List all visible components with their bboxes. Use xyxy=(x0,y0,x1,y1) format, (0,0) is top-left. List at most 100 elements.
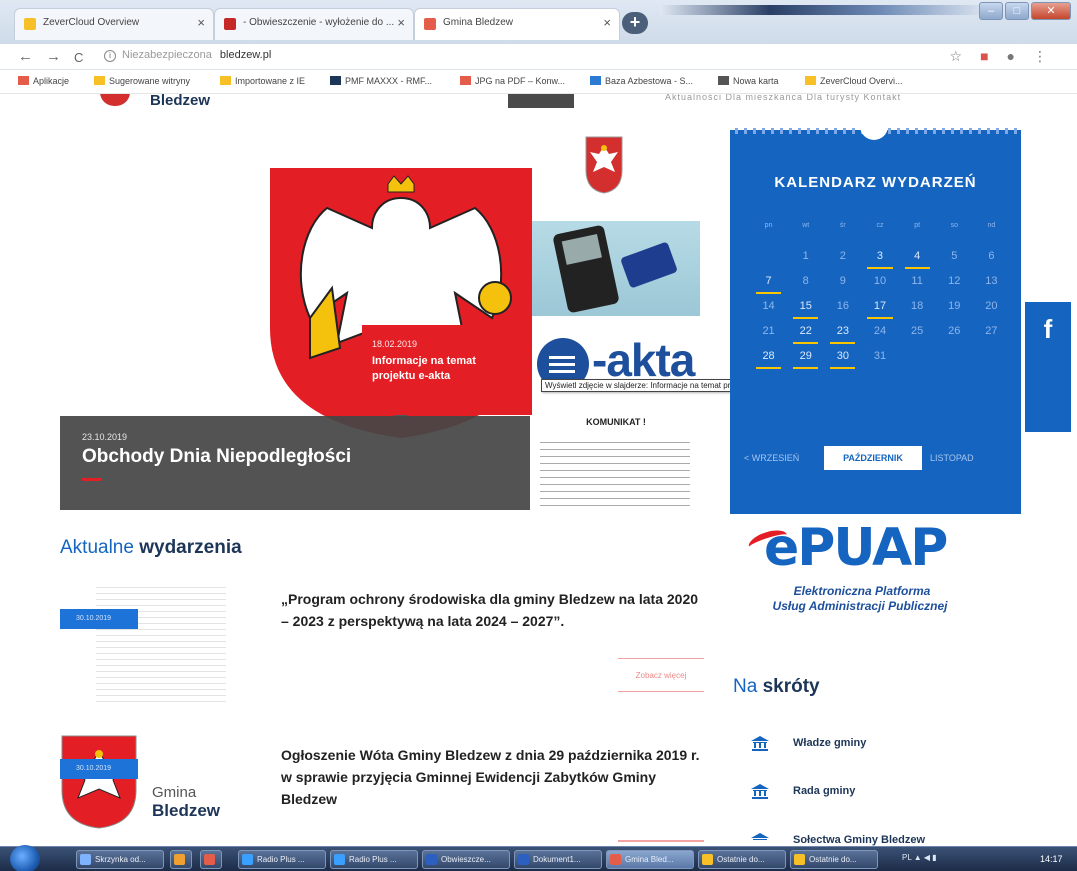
top-menu[interactable]: Aktualności Dla mieszkańca Dla turysty K… xyxy=(665,94,901,102)
calendar-next-month[interactable]: LISTOPAD xyxy=(930,453,974,463)
calendar-current-month[interactable]: PAŹDZIERNIK xyxy=(824,446,922,470)
bookmark-item[interactable]: PMF MAXXX - RMF... xyxy=(330,76,432,86)
bookmark-item[interactable]: Baza Azbestowa - S... xyxy=(590,76,693,86)
calendar-day[interactable]: 1 xyxy=(787,250,824,275)
bookmark-item[interactable]: ZeverCloud Overvi... xyxy=(805,76,903,86)
gmina-crest-icon[interactable] xyxy=(60,734,138,830)
calendar-day[interactable]: 20 xyxy=(973,300,1010,325)
calendar-day xyxy=(899,350,936,375)
event-thumbnail[interactable] xyxy=(60,582,230,702)
taskbar-item[interactable] xyxy=(200,850,222,869)
calendar-day[interactable]: 22 xyxy=(787,325,824,350)
chrome-icon xyxy=(204,854,215,865)
calendar-day[interactable]: 11 xyxy=(899,275,936,300)
bookmark-item[interactable]: Importowane z IE xyxy=(220,76,305,86)
calendar-day[interactable]: 24 xyxy=(861,325,898,350)
bookmark-item[interactable]: Sugerowane witryny xyxy=(94,76,190,86)
e-akta-slide-image[interactable]: -akta KOMUNIKAT ! xyxy=(532,221,700,511)
calendar-day[interactable]: 27 xyxy=(973,325,1010,350)
calendar-day[interactable]: 15 xyxy=(787,300,824,325)
browser-tab-zevercloud[interactable]: ZeverCloud Overview × xyxy=(14,8,214,40)
word-icon xyxy=(426,854,437,865)
taskbar-item[interactable]: Dokument1... xyxy=(514,850,602,869)
taskbar-item-active[interactable]: Gmina Bled... xyxy=(606,850,694,869)
info-icon[interactable]: i xyxy=(104,50,116,62)
taskbar-item[interactable]: Radio Plus ... xyxy=(238,850,326,869)
calendar-day[interactable]: 17 xyxy=(861,300,898,325)
calendar-day[interactable]: 2 xyxy=(824,250,861,275)
calendar-day[interactable]: 28 xyxy=(750,350,787,375)
komunikat-text-lines xyxy=(540,436,690,506)
calendar-day[interactable]: 23 xyxy=(824,325,861,350)
folder-icon xyxy=(220,76,231,85)
site-logo-text[interactable]: Bledzew xyxy=(150,94,210,109)
calendar-day[interactable]: 5 xyxy=(936,250,973,275)
main-slide-title: Obchody Dnia Niepodległości xyxy=(82,446,352,467)
bookmark-item[interactable]: JPG na PDF – Konw... xyxy=(460,76,565,86)
start-button[interactable] xyxy=(10,845,40,871)
event-title-link[interactable]: Ogłoszenie Wóta Gminy Bledzew z dnia 29 … xyxy=(281,744,701,810)
close-tab-icon[interactable]: × xyxy=(397,15,405,30)
main-slide-caption[interactable]: 23.10.2019 Obchody Dnia Niepodległości xyxy=(60,416,530,510)
calendar-day[interactable]: 18 xyxy=(899,300,936,325)
bookmark-item[interactable]: Nowa karta xyxy=(718,76,779,86)
calendar-day[interactable]: 4 xyxy=(899,250,936,275)
close-tab-icon[interactable]: × xyxy=(603,15,611,30)
browser-tab-gmina-bledzew[interactable]: Gmina Bledzew × xyxy=(414,8,620,40)
taskbar-item[interactable]: Ostatnie do... xyxy=(698,850,786,869)
calendar-day[interactable]: 12 xyxy=(936,275,973,300)
calendar-day[interactable]: 7 xyxy=(750,275,787,300)
forward-button[interactable]: → xyxy=(46,48,61,65)
taskbar-item[interactable]: Obwieszcze... xyxy=(422,850,510,869)
extension-icon[interactable]: ■ xyxy=(980,48,988,65)
new-tab-icon xyxy=(718,76,729,85)
building-icon xyxy=(751,833,769,840)
komunikat-heading: KOMUNIKAT ! xyxy=(586,417,646,427)
see-more-button-partial[interactable] xyxy=(618,840,704,842)
taskbar-item[interactable] xyxy=(170,850,192,869)
calendar-day[interactable]: 8 xyxy=(787,275,824,300)
bookmark-item[interactable]: Aplikacje xyxy=(18,76,69,86)
maximize-button[interactable]: □ xyxy=(1005,2,1029,20)
taskbar-item[interactable]: Skrzynka od... xyxy=(76,850,164,869)
address-input[interactable]: i Niezabezpieczona bledzew.pl xyxy=(104,49,271,62)
facebook-icon[interactable]: f xyxy=(1025,302,1071,432)
calendar-day[interactable]: 31 xyxy=(861,350,898,375)
calendar-day[interactable]: 6 xyxy=(973,250,1010,275)
reload-button[interactable]: C xyxy=(74,50,83,65)
bookmark-star-icon[interactable]: ☆ xyxy=(950,48,963,65)
search-bar[interactable] xyxy=(508,94,574,108)
calendar-prev-month[interactable]: < WRZESIEŃ xyxy=(744,453,799,463)
calendar-day[interactable]: 9 xyxy=(824,275,861,300)
taskbar-clock[interactable]: 14:17 xyxy=(1040,854,1063,864)
calendar-day[interactable]: 13 xyxy=(973,275,1010,300)
new-tab-button[interactable]: + xyxy=(622,12,648,34)
calendar-day[interactable]: 10 xyxy=(861,275,898,300)
calendar-day[interactable]: 16 xyxy=(824,300,861,325)
close-window-button[interactable]: ✕ xyxy=(1031,2,1071,20)
calendar-day[interactable]: 21 xyxy=(750,325,787,350)
taskbar-item[interactable]: Ostatnie do... xyxy=(790,850,878,869)
calendar-day[interactable]: 29 xyxy=(787,350,824,375)
calendar-day[interactable]: 26 xyxy=(936,325,973,350)
caption-accent-bar xyxy=(82,478,102,481)
calendar-day[interactable]: 3 xyxy=(861,250,898,275)
see-more-button[interactable]: Zobacz więcej xyxy=(618,658,704,692)
calendar-day[interactable]: 30 xyxy=(824,350,861,375)
browser-tab-obwieszczenie[interactable]: - Obwieszczenie - wyłożenie do ... × xyxy=(214,8,414,40)
event-title-link[interactable]: „Program ochrony środowiska dla gminy Bl… xyxy=(281,588,701,632)
calendar-day[interactable]: 19 xyxy=(936,300,973,325)
menu-icon[interactable]: ⋮ xyxy=(1033,48,1047,65)
back-button[interactable]: ← xyxy=(18,48,33,65)
system-tray[interactable]: PL ▲ ◀ ▮ xyxy=(902,853,937,862)
header-crest-icon[interactable] xyxy=(100,94,130,106)
minimize-button[interactable]: – xyxy=(979,2,1003,20)
close-tab-icon[interactable]: × xyxy=(197,15,205,30)
calendar-day[interactable]: 25 xyxy=(899,325,936,350)
taskbar-item[interactable]: Radio Plus ... xyxy=(330,850,418,869)
account-icon[interactable]: ● xyxy=(1007,48,1015,65)
calendar-day[interactable]: 14 xyxy=(750,300,787,325)
slide-caption-e-akta[interactable]: 18.02.2019 Informacje na temat projektu … xyxy=(362,325,532,415)
bookmarks-bar: Aplikacje Sugerowane witryny Importowane… xyxy=(0,70,1077,94)
epuap-banner[interactable]: ePUAP Elektroniczna Platforma Usług Admi… xyxy=(740,518,1000,626)
